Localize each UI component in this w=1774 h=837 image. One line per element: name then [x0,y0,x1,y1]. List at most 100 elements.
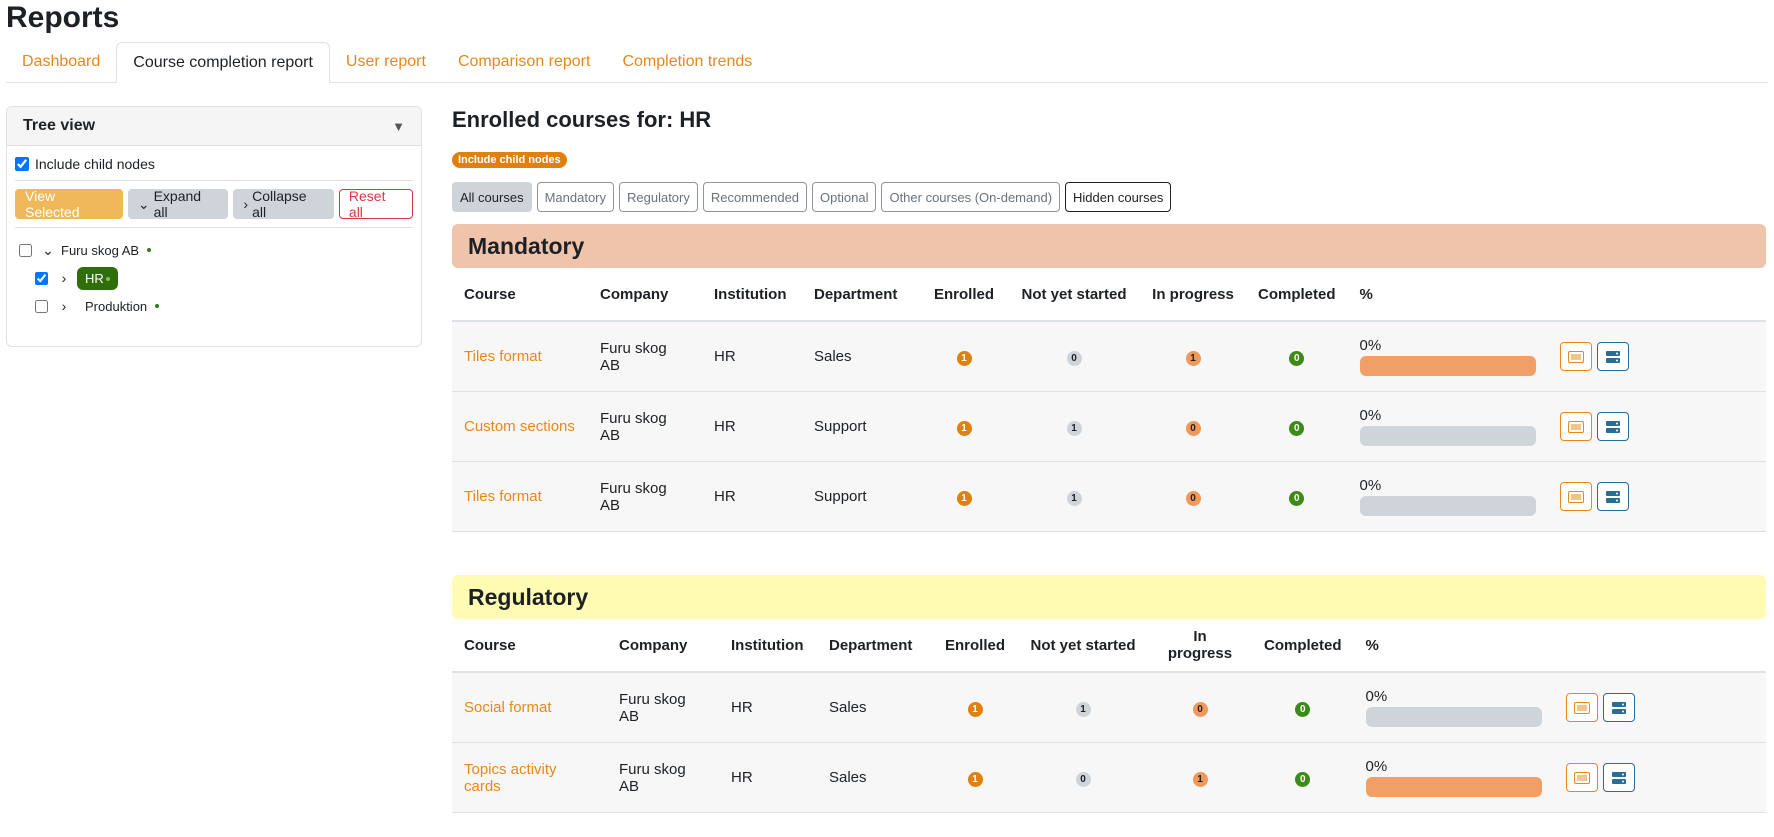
view-details-button[interactable] [1565,763,1598,792]
in-progress-count-badge: 1 [1185,350,1201,366]
tree-node-selected-label[interactable]: HR [77,266,118,290]
course-link[interactable]: Tiles format [464,488,542,505]
server-icon [1611,771,1626,784]
view-details-button[interactable] [1559,342,1592,371]
expand-all-label: Expand all [153,188,202,220]
view-report-button[interactable] [1596,342,1629,371]
tree-node-furu-skog-ab: ⌄ Furu skog AB [15,236,413,264]
course-filter-group: All courses Mandatory Regulatory Recomme… [452,182,1766,212]
list-details-icon [1573,701,1590,714]
tree-view-header[interactable]: Tree view ▼ [7,107,421,146]
filter-mandatory[interactable]: Mandatory [536,182,614,212]
list-details-icon [1567,490,1584,503]
column-header: Department [802,268,920,322]
server-icon [1611,701,1626,714]
tab-completion-trends[interactable]: Completion trends [606,42,768,82]
completion-percent: 0% [1365,758,1388,775]
reset-all-button[interactable]: Reset all [338,188,413,220]
in-progress-count-badge: 0 [1185,490,1201,506]
course-link[interactable]: Social format [464,699,552,716]
tree-node-checkbox[interactable] [35,299,48,313]
view-report-button[interactable] [1596,482,1629,511]
tree-node-label[interactable]: Furu skog AB [61,243,139,258]
department-cell: Sales [802,321,920,392]
include-child-nodes-checkbox[interactable] [15,157,29,171]
completion-progress-bar [1359,426,1536,446]
course-section-regulatory: Regulatory Course Company Institution Depart… [452,575,1766,813]
not-started-count-badge: 1 [1066,420,1082,436]
column-header: Company [607,619,719,673]
column-header: Not yet started [1008,268,1140,322]
chevron-right-icon[interactable]: › [57,298,71,314]
course-link[interactable]: Custom sections [464,418,575,435]
filter-optional[interactable]: Optional [812,182,877,212]
table-row: Social format Furu skog AB HR Sales 1 1 0 0 0% [452,672,1766,743]
view-details-button[interactable] [1559,482,1592,511]
tab-user-report[interactable]: User report [330,42,442,82]
filter-other-courses[interactable]: Other courses (On-demand) [881,182,1061,212]
status-dot-icon [147,248,152,252]
view-details-button[interactable] [1559,412,1592,441]
column-header: Course [452,619,607,673]
tree-node-checkbox[interactable] [19,243,32,257]
course-link[interactable]: Topics activity cards [464,761,557,795]
filter-all-courses[interactable]: All courses [452,182,532,212]
chevron-down-icon[interactable]: ⌄ [41,242,55,259]
course-link[interactable]: Tiles format [464,348,542,365]
column-header: Institution [719,619,817,673]
department-cell: Sales [817,742,932,813]
report-tabs: Dashboard Course completion report User … [6,42,1768,83]
tab-comparison-report[interactable]: Comparison report [442,42,607,82]
institution-cell: HR [702,461,802,532]
view-report-button[interactable] [1596,412,1629,441]
view-report-button[interactable] [1602,763,1635,792]
include-child-nodes-label: Include child nodes [35,156,155,172]
filter-recommended[interactable]: Recommended [702,182,808,212]
completed-count-badge: 0 [1295,701,1311,717]
column-header: Department [817,619,932,673]
chevron-right-icon[interactable]: › [57,270,71,286]
completion-progress-bar [1365,707,1542,727]
column-header: Not yet started [1018,619,1148,673]
list-details-icon [1573,771,1590,784]
section-title: Mandatory [452,224,1766,268]
table-row: Custom sections Furu skog AB HR Support 1 1 0 0… [452,391,1766,462]
column-header: Completed [1252,619,1354,673]
column-header: In progress [1140,268,1246,322]
caret-down-icon[interactable]: ▼ [392,119,405,134]
table-row: Topics activity cards Furu skog AB HR Sales… [452,742,1766,813]
main-content: Enrolled courses for: HR Include child n… [452,100,1766,813]
tree-node-label[interactable]: Produktion [85,299,147,314]
view-details-button[interactable] [1565,693,1598,722]
enrolled-count-badge: 1 [956,490,972,506]
chevron-right-icon: › [243,196,249,212]
column-header: Enrolled [920,268,1008,322]
server-icon [1605,350,1620,363]
filter-hidden-courses[interactable]: Hidden courses [1065,182,1172,212]
course-section-mandatory: Mandatory Course Company Institution Departm… [452,224,1766,532]
completion-progress-bar [1359,496,1536,516]
filter-regulatory[interactable]: Regulatory [619,182,698,212]
company-cell: Furu skog AB [607,742,719,813]
column-header: % [1347,268,1548,322]
progress-bar-fill [1359,356,1536,376]
expand-all-button[interactable]: ⌄ Expand all [127,188,229,220]
chevron-down-icon: ⌄ [137,195,150,212]
completion-progress-bar [1365,777,1542,797]
tree-node-hr: › HR [15,264,413,292]
completed-count-badge: 0 [1289,350,1305,366]
company-cell: Furu skog AB [588,321,702,392]
view-report-button[interactable] [1602,693,1635,722]
tab-course-completion-report[interactable]: Course completion report [116,42,330,83]
view-selected-button[interactable]: View Selected [15,188,123,220]
courses-table: Course Company Institution Department Enroll… [452,268,1766,532]
institution-cell: HR [719,742,817,813]
column-header-actions [1547,268,1766,322]
server-icon [1605,420,1620,433]
row-actions [1559,342,1754,371]
tree-node-checkbox[interactable] [35,271,48,285]
tab-dashboard[interactable]: Dashboard [6,42,116,82]
table-row: Tiles format Furu skog AB HR Support 1 1 0 0 0% [452,461,1766,532]
status-dot-icon [105,277,110,282]
collapse-all-button[interactable]: › Collapse all [233,188,334,220]
